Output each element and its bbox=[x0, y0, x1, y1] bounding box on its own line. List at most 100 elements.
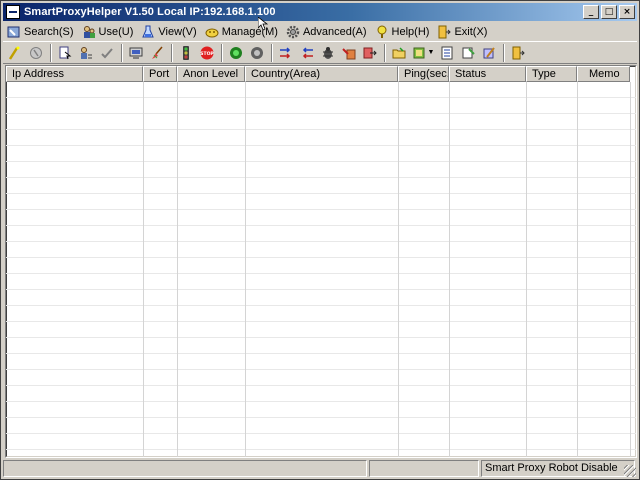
menu-manage-label: Manage(M) bbox=[221, 25, 278, 38]
column-header-anon-level[interactable]: Anon Level bbox=[177, 66, 245, 82]
column-divider bbox=[245, 82, 246, 457]
list-icon bbox=[441, 46, 453, 59]
menu-help-label: Help(H) bbox=[391, 25, 430, 38]
menu-exit-label: Exit(X) bbox=[454, 25, 488, 38]
toolbar-button-bug[interactable] bbox=[318, 43, 338, 63]
bug-icon bbox=[323, 46, 333, 59]
menu-advanced[interactable]: Advanced(A) bbox=[282, 23, 371, 41]
column-header-ping[interactable]: Ping(sec.) bbox=[398, 66, 449, 82]
stop-icon: STOP bbox=[200, 46, 214, 59]
status-bar: Smart Proxy Robot Disable bbox=[3, 460, 637, 478]
import-icon bbox=[342, 47, 356, 59]
column-header-country[interactable]: Country(Area) bbox=[245, 66, 398, 82]
exit-icon bbox=[438, 25, 452, 38]
menu-advanced-label: Advanced(A) bbox=[302, 25, 367, 38]
menu-exit[interactable]: Exit(X) bbox=[433, 23, 491, 41]
user-edit-icon bbox=[81, 46, 92, 59]
column-divider bbox=[449, 82, 450, 457]
menu-manage[interactable]: Manage(M) bbox=[201, 23, 282, 41]
table-header: Ip Address Port Anon Level Country(Area)… bbox=[6, 66, 630, 82]
column-header-type[interactable]: Type bbox=[526, 66, 577, 82]
folder-icon bbox=[392, 46, 406, 58]
svg-text:STOP: STOP bbox=[200, 51, 214, 57]
manage-icon bbox=[205, 28, 219, 37]
menu-view[interactable]: View(V) bbox=[137, 23, 200, 41]
column-header-memo[interactable]: Memo bbox=[577, 66, 630, 82]
toolbar-button-stop[interactable]: STOP bbox=[197, 43, 217, 63]
toolbar-button-doc-pointer[interactable] bbox=[55, 43, 75, 63]
toolbar-button-broom[interactable] bbox=[147, 43, 167, 63]
menu-view-label: View(V) bbox=[158, 25, 197, 38]
toolbar-button-gray-circle[interactable] bbox=[247, 43, 267, 63]
search-icon bbox=[7, 26, 20, 37]
column-divider bbox=[526, 82, 527, 457]
maximize-button[interactable]: □ bbox=[601, 5, 617, 19]
column-divider bbox=[177, 82, 178, 457]
column-header-port[interactable]: Port bbox=[143, 66, 177, 82]
menu-search-label: Search(S) bbox=[24, 25, 74, 38]
resize-grip[interactable] bbox=[624, 465, 636, 477]
monitor-icon bbox=[129, 47, 143, 59]
main-window: SmartProxyHelper V1.50 Local IP:192.168.… bbox=[0, 0, 640, 480]
menu-bar: Search(S) Use(U) View(V) Manage(M) Advan… bbox=[3, 22, 637, 41]
toolbar-button-arrows-left[interactable] bbox=[297, 43, 317, 63]
status-panel-secondary bbox=[369, 460, 479, 477]
toolbar-button-arrows-right[interactable] bbox=[276, 43, 296, 63]
window-title: SmartProxyHelper V1.50 Local IP:192.168.… bbox=[24, 6, 276, 18]
exit-icon bbox=[512, 46, 525, 59]
toolbar-separator bbox=[503, 43, 505, 62]
tools-icon bbox=[483, 46, 495, 58]
toolbar-separator bbox=[50, 43, 52, 62]
help-icon bbox=[377, 25, 387, 38]
toolbar-button-traffic-light[interactable] bbox=[176, 43, 196, 63]
close-button[interactable]: × bbox=[619, 5, 635, 19]
toolbar-button-save[interactable] bbox=[458, 43, 478, 63]
title-bar[interactable]: SmartProxyHelper V1.50 Local IP:192.168.… bbox=[3, 3, 637, 21]
gear-icon bbox=[286, 25, 300, 38]
column-divider bbox=[143, 82, 144, 457]
toolbar-button-folder[interactable] bbox=[389, 43, 409, 63]
menu-search[interactable]: Search(S) bbox=[3, 23, 78, 41]
toolbar: STOP ▼ bbox=[3, 41, 637, 64]
menu-use[interactable]: Use(U) bbox=[78, 23, 138, 41]
proxy-table[interactable]: Ip Address Port Anon Level Country(Area)… bbox=[5, 65, 637, 458]
toolbar-button-user-edit[interactable] bbox=[76, 43, 96, 63]
minimize-button[interactable]: _ bbox=[583, 5, 599, 19]
table-body[interactable] bbox=[6, 82, 636, 457]
toolbar-button-list[interactable] bbox=[437, 43, 457, 63]
chip-icon bbox=[413, 47, 425, 58]
toolbar-separator bbox=[271, 43, 273, 62]
column-header-ip-address[interactable]: Ip Address bbox=[6, 66, 143, 82]
toolbar-button-green-circle[interactable] bbox=[226, 43, 246, 63]
status-panel-robot: Smart Proxy Robot Disable bbox=[481, 460, 635, 477]
wand-icon bbox=[8, 46, 20, 60]
toolbar-button-monitor[interactable] bbox=[126, 43, 146, 63]
disabled-icon bbox=[30, 46, 42, 59]
toolbar-separator bbox=[171, 43, 173, 62]
toolbar-button-disabled[interactable] bbox=[26, 43, 46, 63]
arrows-left-icon bbox=[302, 46, 313, 59]
chevron-down-icon[interactable]: ▼ bbox=[428, 49, 435, 56]
column-divider bbox=[398, 82, 399, 457]
toolbar-button-import[interactable] bbox=[339, 43, 359, 63]
save-icon bbox=[462, 47, 475, 58]
traffic-light-icon bbox=[183, 45, 189, 60]
app-icon[interactable] bbox=[6, 5, 20, 19]
toolbar-button-tools[interactable] bbox=[479, 43, 499, 63]
toolbar-button-export[interactable] bbox=[360, 43, 380, 63]
toolbar-button-wand[interactable] bbox=[5, 43, 25, 63]
toolbar-button-check[interactable] bbox=[97, 43, 117, 63]
toolbar-button-exit[interactable] bbox=[508, 43, 528, 63]
broom-icon bbox=[152, 46, 163, 59]
mouse-cursor-icon bbox=[258, 17, 268, 31]
menu-help[interactable]: Help(H) bbox=[371, 23, 434, 41]
export-icon bbox=[363, 47, 377, 58]
toolbar-separator bbox=[384, 43, 386, 62]
flask-icon bbox=[142, 25, 155, 37]
column-divider bbox=[577, 82, 578, 457]
toolbar-button-chip[interactable]: ▼ bbox=[410, 43, 436, 63]
check-icon bbox=[101, 47, 113, 58]
menu-use-label: Use(U) bbox=[98, 25, 134, 38]
status-panel-main bbox=[3, 460, 367, 477]
column-header-status[interactable]: Status bbox=[449, 66, 526, 82]
